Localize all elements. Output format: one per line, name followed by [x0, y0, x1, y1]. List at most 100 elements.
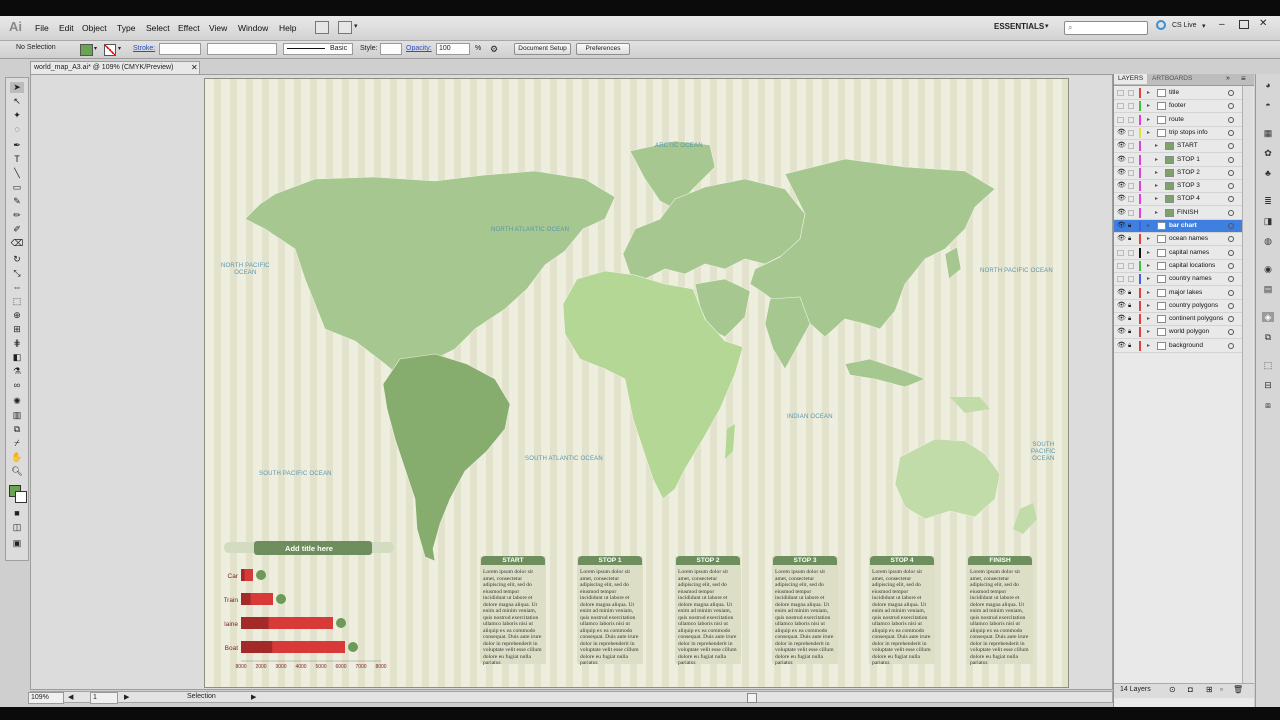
layers-scrollbar[interactable]: [1242, 86, 1253, 686]
artboard-number-field[interactable]: 1: [90, 692, 118, 704]
layer-row[interactable]: 👁︎ 🔒︎ ▸ major lakes: [1114, 287, 1242, 300]
selection-tool-icon[interactable]: ➤: [10, 82, 24, 93]
magic-wand-tool-icon[interactable]: ✦: [10, 110, 24, 121]
shape-builder-tool-icon[interactable]: ⊕: [10, 310, 24, 321]
expand-triangle-icon[interactable]: ▸: [1155, 196, 1158, 202]
lock-icon[interactable]: [1128, 196, 1134, 203]
stop-box-1[interactable]: STOP 1 Lorem ipsum dolor sit amet, conse…: [577, 556, 643, 666]
stroke-panel-icon[interactable]: ≣: [1262, 196, 1274, 206]
visibility-eye-icon[interactable]: [1117, 276, 1124, 283]
layer-row[interactable]: 👁︎ 🔒︎ ▸ ocean names: [1114, 233, 1242, 247]
locate-object-icon[interactable]: ⊙: [1169, 685, 1176, 694]
lock-icon[interactable]: [1128, 276, 1134, 283]
layer-row[interactable]: 👁︎ 🔒︎ ▸ bar chart: [1114, 220, 1242, 233]
target-circle-icon[interactable]: [1228, 183, 1234, 190]
rectangle-tool-icon[interactable]: ▭: [10, 182, 24, 193]
visibility-eye-icon[interactable]: 👁︎: [1117, 182, 1126, 189]
brush-definition[interactable]: Basic: [283, 43, 353, 55]
zoom-tool-icon[interactable]: 🔍︎: [10, 466, 24, 477]
target-circle-icon[interactable]: [1228, 276, 1234, 283]
line-tool-icon[interactable]: ╲: [10, 168, 24, 179]
layer-row[interactable]: 👁︎ ▸ STOP 1: [1114, 154, 1242, 167]
scale-tool-icon[interactable]: ⤡: [10, 268, 24, 279]
menu-window[interactable]: Window: [238, 23, 268, 33]
preferences-button[interactable]: Preferences: [576, 43, 630, 55]
chevron-down-icon[interactable]: ▾: [354, 22, 358, 30]
status-menu-icon[interactable]: ▶: [251, 693, 256, 701]
stroke-color-icon[interactable]: [15, 491, 27, 503]
expand-triangle-icon[interactable]: ▸: [1147, 90, 1150, 96]
visibility-eye-icon[interactable]: [1117, 116, 1124, 123]
layers-panel-icon[interactable]: ◈: [1262, 312, 1274, 322]
tab-close-icon[interactable]: ✕: [191, 62, 198, 74]
lock-icon[interactable]: 🔒︎: [1128, 236, 1134, 242]
artboards-panel-icon[interactable]: ⧉: [1262, 332, 1274, 342]
visibility-eye-icon[interactable]: 👁︎: [1117, 129, 1126, 136]
expand-triangle-icon[interactable]: ▸: [1147, 290, 1150, 296]
column-graph-tool-icon[interactable]: ▥: [10, 410, 24, 421]
stop-box-4[interactable]: STOP 4 Lorem ipsum dolor sit amet, conse…: [869, 556, 935, 666]
layer-row[interactable]: 👁︎ 🔒︎ ▸ country polygons: [1114, 300, 1242, 313]
visibility-eye-icon[interactable]: [1117, 262, 1124, 269]
expand-triangle-icon[interactable]: ▸: [1147, 130, 1150, 136]
cs-live-chevron-icon[interactable]: ▾: [1202, 22, 1206, 30]
layer-row[interactable]: 👁︎ 🔒︎ ▸ continent polygons: [1114, 313, 1242, 327]
visibility-eye-icon[interactable]: 👁︎: [1117, 302, 1126, 309]
new-layer-icon[interactable]: ▫: [1220, 685, 1223, 694]
width-tool-icon[interactable]: ⇔: [10, 282, 24, 293]
lasso-tool-icon[interactable]: ◌: [10, 124, 24, 135]
cs-live-icon[interactable]: [1156, 20, 1166, 30]
document-tab[interactable]: world_map_A3.ai* @ 109% (CMYK/Preview) ✕: [30, 61, 200, 74]
layer-row[interactable]: 👁︎ 🔒︎ ▸ world polygon: [1114, 326, 1242, 340]
panel-collapse-icon[interactable]: »: [1226, 75, 1230, 82]
layer-row[interactable]: 👁︎ ▸ STOP 3: [1114, 180, 1242, 194]
drawing-mode-icon[interactable]: ◫: [10, 522, 24, 533]
visibility-eye-icon[interactable]: 👁︎: [1117, 209, 1126, 216]
hand-tool-icon[interactable]: ✋: [10, 452, 24, 463]
eyedropper-tool-icon[interactable]: ⚗: [10, 366, 24, 377]
layer-row[interactable]: 👁︎ 🔒︎ ▸ background: [1114, 340, 1242, 353]
lock-icon[interactable]: [1128, 103, 1134, 110]
artboard-tool-icon[interactable]: ⧉: [10, 424, 24, 435]
stroke-label[interactable]: Stroke:: [133, 45, 155, 52]
expand-triangle-icon[interactable]: ▸: [1147, 316, 1150, 322]
visibility-eye-icon[interactable]: 👁︎: [1117, 342, 1126, 349]
menu-edit[interactable]: Edit: [59, 23, 74, 33]
expand-triangle-icon[interactable]: ▸: [1155, 170, 1158, 176]
eraser-tool-icon[interactable]: ⌫: [10, 238, 24, 249]
layer-row[interactable]: 👁︎ ▸ FINISH: [1114, 207, 1242, 220]
expand-triangle-icon[interactable]: ▸: [1147, 329, 1150, 335]
target-circle-icon[interactable]: [1228, 169, 1234, 176]
layer-row[interactable]: ▸ footer: [1114, 100, 1242, 114]
target-circle-icon[interactable]: [1228, 129, 1234, 136]
graphic-styles-icon[interactable]: ▤: [1262, 284, 1274, 294]
delete-layer-icon[interactable]: 🗑︎: [1233, 685, 1243, 694]
menu-help[interactable]: Help: [279, 23, 296, 33]
expand-triangle-icon[interactable]: ▸: [1155, 157, 1158, 163]
lock-icon[interactable]: 🔒︎: [1128, 223, 1134, 229]
search-input[interactable]: ⌕: [1064, 21, 1148, 35]
target-circle-icon[interactable]: [1228, 209, 1234, 216]
bar-chart[interactable]: Add title here Car Train Airplaine Boat 8000 2…: [213, 541, 394, 671]
menu-view[interactable]: View: [209, 23, 227, 33]
blob-brush-tool-icon[interactable]: ✐: [10, 224, 24, 235]
target-circle-icon[interactable]: [1228, 342, 1234, 349]
visibility-eye-icon[interactable]: [1117, 103, 1124, 110]
visibility-eye-icon[interactable]: 👁︎: [1117, 289, 1126, 296]
zoom-field[interactable]: 109%: [28, 692, 64, 704]
target-circle-icon[interactable]: [1228, 236, 1234, 243]
brushes-panel-icon[interactable]: ✿: [1262, 148, 1274, 158]
lock-icon[interactable]: 🔒︎: [1128, 343, 1134, 349]
visibility-eye-icon[interactable]: 👁︎: [1117, 328, 1126, 335]
expand-triangle-icon[interactable]: ▸: [1147, 250, 1150, 256]
menu-file[interactable]: File: [35, 23, 49, 33]
symbols-panel-icon[interactable]: ♣: [1262, 168, 1274, 178]
layer-row[interactable]: ▸ title: [1114, 87, 1242, 100]
expand-triangle-icon[interactable]: ▸: [1147, 103, 1150, 109]
lock-icon[interactable]: [1128, 116, 1134, 123]
align-panel-icon[interactable]: ⊟: [1262, 380, 1274, 390]
target-circle-icon[interactable]: [1228, 196, 1234, 203]
expand-triangle-icon[interactable]: ▸: [1147, 263, 1150, 269]
minimize-icon[interactable]: –: [1219, 19, 1225, 30]
stroke-weight-field[interactable]: [159, 43, 201, 55]
